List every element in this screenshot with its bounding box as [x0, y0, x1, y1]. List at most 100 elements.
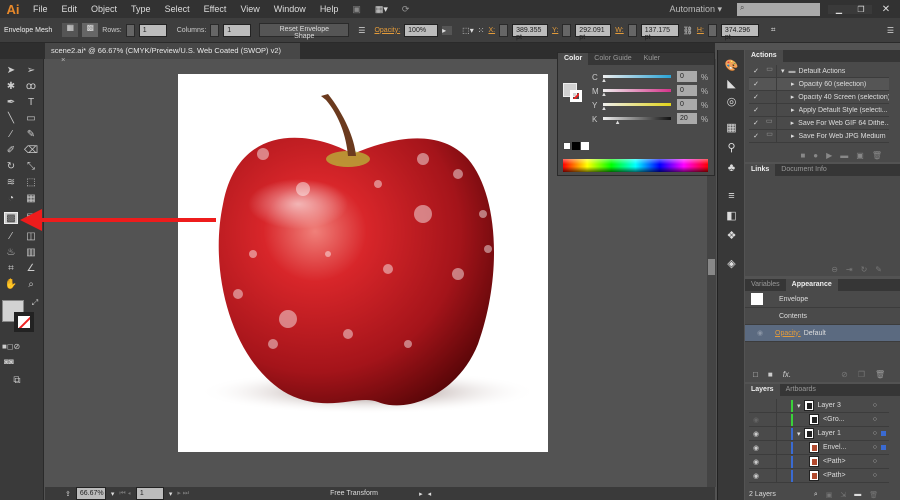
close-tab-icon[interactable]: ×: [61, 55, 65, 64]
visibility-eye-icon[interactable]: ◉: [749, 472, 763, 480]
lock-toggle[interactable]: [763, 441, 777, 454]
brushes-panel-icon[interactable]: ⚲: [724, 142, 739, 155]
action-item[interactable]: ✓ ▭ ▸ Save For Web JPG Medium: [749, 129, 889, 143]
channel-slider-handle[interactable]: ▲: [615, 120, 621, 126]
tab-color-guide[interactable]: Color Guide: [588, 53, 637, 65]
search-input[interactable]: ⌕: [737, 2, 820, 16]
channel-slider[interactable]: [603, 89, 671, 92]
artboard[interactable]: [178, 74, 548, 452]
none-swatch[interactable]: [563, 142, 571, 150]
restore-button[interactable]: ❐: [850, 4, 872, 14]
clear-appearance-icon[interactable]: ⊘: [841, 370, 848, 379]
visibility-eye-icon[interactable]: ◉: [749, 444, 763, 452]
menu-edit[interactable]: Edit: [55, 4, 85, 14]
rotate-tool-icon[interactable]: ↻: [4, 161, 18, 173]
layers-panel-icon[interactable]: ◈: [724, 258, 739, 271]
eraser-tool-icon[interactable]: ⌫: [24, 145, 38, 157]
artboard-tool-icon[interactable]: ⌗: [4, 263, 18, 275]
toggle-item-icon[interactable]: ✓: [749, 93, 763, 101]
constrain-link-icon[interactable]: ⛓: [683, 26, 693, 35]
selection-indicator[interactable]: [881, 431, 886, 436]
record-icon[interactable]: ●: [813, 151, 826, 160]
w-spinner[interactable]: [627, 23, 637, 37]
first-page-icon[interactable]: ⏮ ◂: [119, 490, 130, 498]
dialog-toggle-icon[interactable]: ▭: [763, 64, 777, 78]
menu-window[interactable]: Window: [267, 4, 313, 14]
new-sublayer-icon[interactable]: ⇲: [840, 491, 846, 499]
magic-wand-tool-icon[interactable]: ✱: [4, 81, 18, 93]
lock-toggle[interactable]: [763, 413, 777, 426]
symbols-panel-icon[interactable]: ♣: [724, 162, 739, 175]
new-set-icon[interactable]: ▬: [840, 151, 856, 160]
page-dropdown[interactable]: ▾: [169, 490, 173, 498]
dialog-toggle-icon[interactable]: ▭: [763, 129, 777, 143]
tab-document-info[interactable]: Document Info: [775, 164, 833, 176]
add-stroke-icon[interactable]: □: [753, 370, 758, 379]
sync-icon[interactable]: ⟳: [395, 4, 417, 15]
dialog-toggle-icon[interactable]: ▭: [763, 116, 777, 130]
transparency-panel-icon[interactable]: ◧: [724, 210, 739, 223]
workspace-switcher[interactable]: Automation ▾: [662, 4, 729, 15]
target-icon[interactable]: ○: [873, 416, 877, 423]
zoom-field[interactable]: 66.67%: [75, 487, 106, 500]
channel-slider[interactable]: [603, 117, 671, 120]
menu-select[interactable]: Select: [158, 4, 197, 14]
action-item[interactable]: ✓ ▭ ▾ ▬ Default Actions: [749, 64, 889, 78]
menu-view[interactable]: View: [233, 4, 266, 14]
w-field[interactable]: 137.175 pt: [640, 23, 679, 41]
target-icon[interactable]: ○: [873, 430, 877, 437]
visibility-icon[interactable]: ◉: [745, 329, 775, 337]
y-spinner[interactable]: [562, 23, 572, 37]
relink-icon[interactable]: ⊖: [831, 265, 846, 274]
lock-toggle[interactable]: [763, 469, 777, 482]
dialog-toggle-icon[interactable]: [763, 103, 777, 117]
width-tool-icon[interactable]: ≋: [4, 177, 18, 189]
envelope-options-icon[interactable]: ☰: [358, 26, 365, 35]
free-transform-tool-icon[interactable]: ⬚: [24, 177, 38, 189]
columns-field[interactable]: 1: [223, 23, 252, 37]
menu-type[interactable]: Type: [124, 4, 158, 14]
lock-toggle[interactable]: [763, 427, 777, 440]
layer-row[interactable]: ◉ Envel... ○: [749, 441, 889, 455]
x-spinner[interactable]: [499, 23, 509, 37]
dialog-toggle-icon[interactable]: [763, 77, 777, 91]
menu-object[interactable]: Object: [84, 4, 124, 14]
expand-arrow-icon[interactable]: ▾: [781, 67, 785, 75]
stop-icon[interactable]: ■: [800, 151, 813, 160]
line-tool-icon[interactable]: ╲: [4, 113, 18, 125]
stroke-swatch[interactable]: [14, 312, 34, 332]
channel-value[interactable]: 0: [677, 85, 697, 96]
channel-slider-handle[interactable]: ▲: [601, 92, 607, 98]
stroke-panel-icon[interactable]: ≡: [724, 190, 739, 203]
collapse-arrow-icon[interactable]: ▸: [791, 119, 795, 127]
edit-contents-icon[interactable]: ▩: [82, 23, 99, 37]
column-graph-tool-icon[interactable]: ▥: [24, 247, 38, 259]
layer-row[interactable]: ◉ <Gro... ○: [749, 413, 889, 427]
goto-link-icon[interactable]: ⇥: [846, 265, 861, 274]
delete-item-icon[interactable]: 🗑: [875, 370, 885, 379]
duplicate-item-icon[interactable]: ❐: [858, 370, 865, 379]
swatches-panel-icon[interactable]: ▦: [724, 122, 739, 135]
add-effect-button[interactable]: fx.: [783, 370, 791, 379]
tab-artboards[interactable]: Artboards: [780, 384, 822, 396]
toggle-item-icon[interactable]: ✓: [749, 132, 763, 140]
reference-point-icon[interactable]: ⁙: [478, 26, 485, 35]
expand-arrow-icon[interactable]: ▾: [797, 402, 801, 410]
new-layer-icon[interactable]: ▬: [854, 491, 861, 499]
channel-value[interactable]: 0: [677, 71, 697, 82]
rows-field[interactable]: 1: [138, 23, 167, 37]
y-field[interactable]: 292.091 pt: [575, 23, 612, 41]
toggle-item-icon[interactable]: ✓: [749, 67, 763, 75]
reset-envelope-shape-button[interactable]: Reset Envelope Shape: [259, 23, 350, 40]
paintbrush-tool-icon[interactable]: ∕: [4, 129, 18, 141]
target-icon[interactable]: ○: [873, 444, 877, 451]
export-icon[interactable]: ⇪: [65, 490, 71, 498]
action-item[interactable]: ✓ ▸ Opacity 60 (selection): [749, 77, 889, 91]
h-spinner[interactable]: [707, 23, 717, 37]
scale-tool-icon[interactable]: ⤡: [24, 161, 38, 173]
selection-indicator[interactable]: [881, 459, 886, 464]
delete-layer-icon[interactable]: 🗑: [869, 491, 878, 499]
channel-slider-handle[interactable]: ▲: [601, 106, 607, 112]
shape-builder-tool-icon[interactable]: ◔: [4, 193, 18, 205]
horizontal-scroll-left[interactable]: ◂: [428, 490, 432, 498]
